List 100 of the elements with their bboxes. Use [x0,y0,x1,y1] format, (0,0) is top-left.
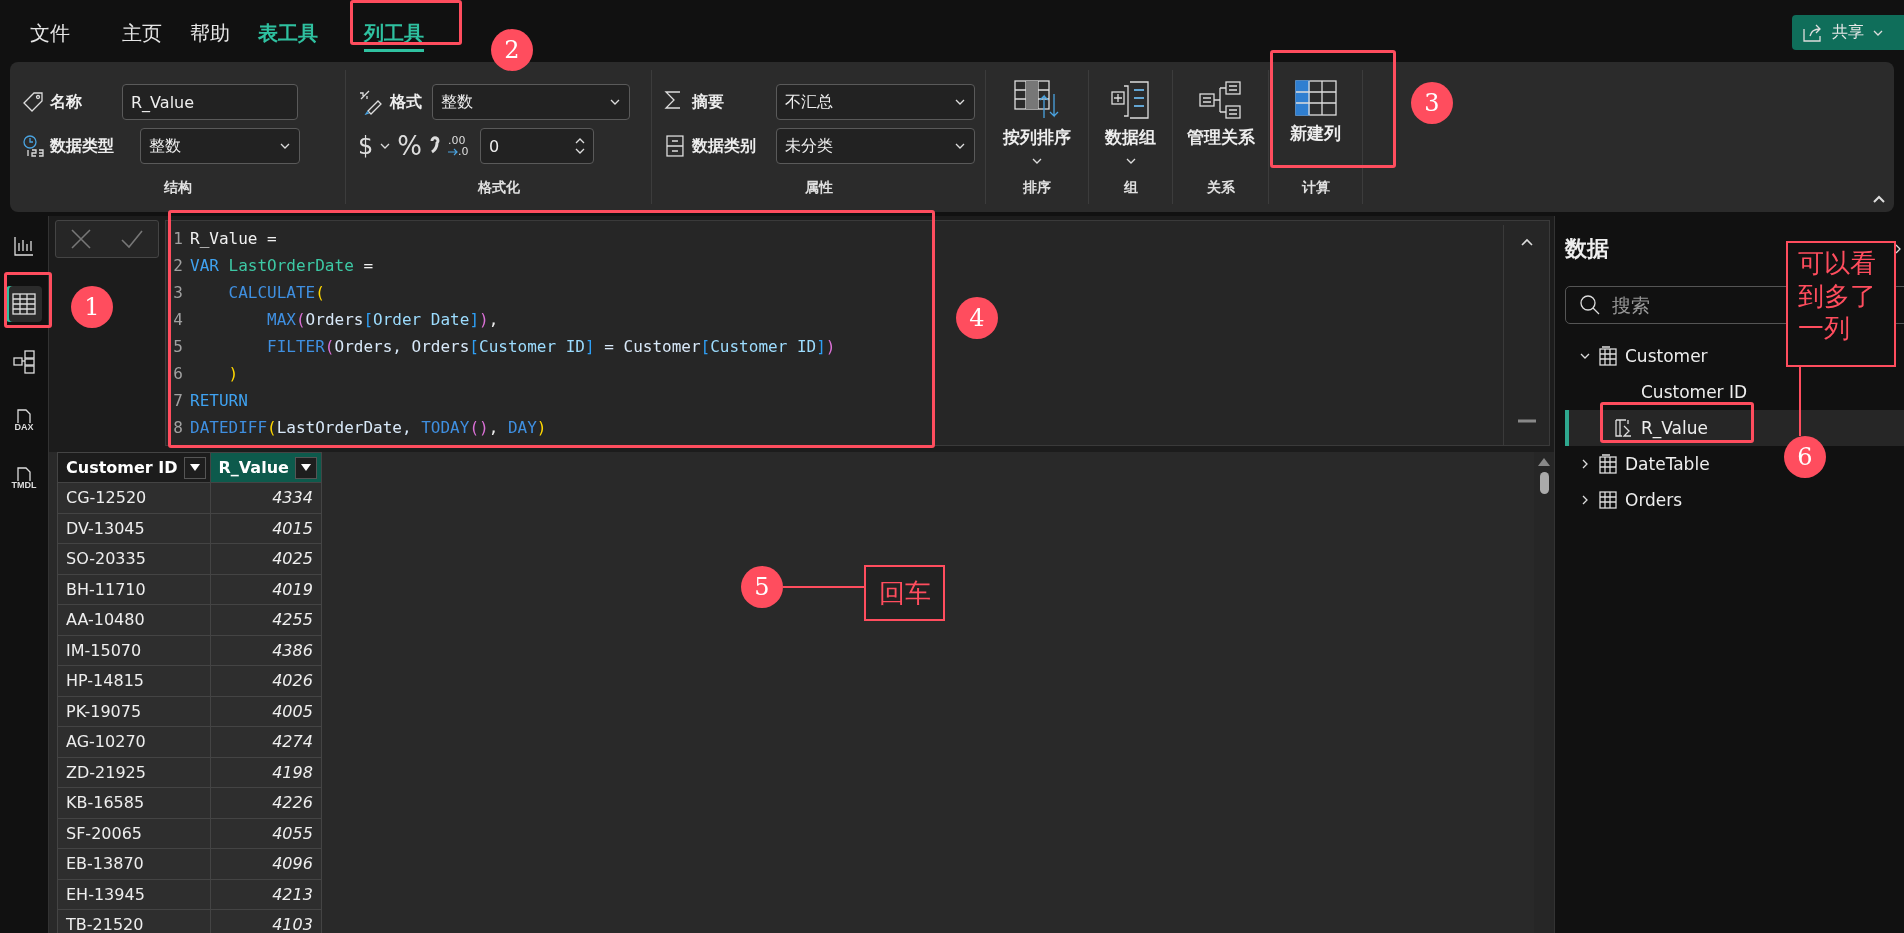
table-icon [12,293,36,315]
group-caption: 属性 [803,178,834,197]
table-cell: 4055 [210,818,322,849]
table-cell: 4019 [210,574,322,605]
model-icon [12,350,36,374]
data-category-label: 数据类别 [691,135,757,157]
code-line: 8 DATEDIFF(LastOrderDate, TODAY(), DAY) [172,417,548,439]
annotation-note: 可以看到多了一列 [1786,241,1896,367]
name-label: 名称 [50,91,83,113]
menu-tab[interactable]: 表工具 [258,20,318,52]
tree-item-label: R_Value [1641,418,1708,438]
leader-line [1799,367,1801,436]
data-category-dropdown[interactable]: 未分类 [775,128,975,164]
check-icon [120,228,144,250]
collapse-ribbon-icon [1872,194,1886,204]
share-button[interactable]: 共享 [1792,15,1904,50]
percent-button[interactable]: % [397,133,422,159]
view-button[interactable]: TMDL [6,460,42,496]
filter-button[interactable] [183,456,206,479]
share-icon [1802,22,1824,43]
code-line: 2 VAR LastOrderDate = [172,255,375,277]
code-line: 7 RETURN [172,390,249,412]
group-caption: 结构 [162,178,193,197]
group-caption: 计算 [1300,178,1331,197]
group-caption: 组 [1122,178,1139,197]
table-cell: 4198 [210,757,322,788]
format-dropdown[interactable]: 整数 [432,84,630,120]
tree-item[interactable]: DateTable [1565,446,1716,482]
table-cell: IM-15070 [57,635,210,666]
table-cell: DV-13045 [57,513,210,544]
tree-item[interactable]: Customer [1565,338,1714,374]
tree-item[interactable]: R_Value [1565,410,1904,446]
decimal-places-button[interactable]: .00 .0 [448,135,474,157]
tree-item[interactable]: Customer ID [1565,374,1754,410]
ribbon-button[interactable]: 按列排序 [997,76,1077,171]
table-cell: EH-13945 [57,879,210,910]
decimal-places-field[interactable]: 0 [480,128,594,164]
menu-tab[interactable]: 主页 [122,20,162,52]
table-cell: BH-11710 [57,574,210,605]
code-line: 6 ) [172,363,240,385]
calculated-column-icon [1613,418,1633,438]
table-cell: 4386 [210,635,322,666]
ribbon-button[interactable]: 新建列 [1284,76,1347,149]
table-cell: CG-12520 [57,482,210,513]
menu-tab[interactable]: 列工具 [364,20,424,52]
code-line: 5 FILTER(Orders, Orders[Customer ID] = Customer[Customer ID]) [172,336,836,358]
format-brush-icon [358,89,384,115]
new-column-icon [1294,80,1337,116]
tree-item-label: Customer ID [1641,382,1748,402]
view-button[interactable] [6,286,42,322]
table-cell: 4096 [210,848,322,879]
name-field[interactable]: R_Value [122,84,298,120]
scroll-up-icon[interactable] [1538,458,1550,466]
tree-item-label: Orders [1625,490,1683,510]
group-caption: 格式化 [476,178,521,197]
scroll-marker-icon [1517,419,1536,423]
column-header[interactable]: Customer ID [57,452,210,483]
ribbon-button[interactable]: 管理关系 [1180,76,1261,153]
sort-columns-icon [1014,80,1060,120]
filter-button[interactable] [294,456,317,479]
table-cell: 4334 [210,482,322,513]
format-label: 格式 [390,91,423,113]
code-line: 4 MAX(Orders[Order Date]), [172,309,500,331]
sigma-icon [664,90,682,110]
table-cell: PK-19075 [57,696,210,727]
table-cell: SO-20335 [57,543,210,574]
clock-number-icon [22,134,44,158]
table-cell: 4005 [210,696,322,727]
tag-icon [22,91,44,113]
column-header[interactable]: R_Value [210,452,322,483]
code-line: 1 R_Value = [172,228,278,250]
summary-label: 摘要 [691,91,725,113]
step-badge: 2 [491,29,533,71]
category-icon [664,135,686,157]
relationships-icon [1197,80,1244,120]
tree-item-label: Customer [1625,346,1708,366]
table-cell: SF-20065 [57,818,210,849]
data-type-label: 数据类型 [50,135,115,157]
table-icon [1599,346,1617,366]
scroll-thumb[interactable] [1539,472,1549,494]
group-caption: 排序 [1022,178,1052,197]
ribbon-button[interactable]: 数据组 [1099,76,1162,171]
menu-tab[interactable]: 文件 [30,20,70,52]
view-button[interactable]: DAX [6,402,42,438]
data-groups-icon [1109,80,1152,120]
table-cell: HP-14815 [57,665,210,696]
summary-dropdown[interactable]: 不汇总 [775,84,975,120]
tree-item[interactable]: Orders [1565,482,1689,518]
group-caption: 关系 [1205,178,1236,197]
data-type-dropdown[interactable]: 整数 [140,128,300,164]
cancel-icon [70,228,92,250]
annotation-note: 回车 [864,565,945,621]
table-cell: 4213 [210,879,322,910]
bar-chart-icon [13,235,35,257]
menu-tab[interactable]: 帮助 [190,20,230,52]
spin-arrows-icon [575,136,585,156]
currency-button[interactable]: $ [358,134,374,158]
table-cell: KB-16585 [57,787,210,818]
pane-title: 数据 [1565,235,1609,263]
table-cell: 4103 [210,909,322,933]
